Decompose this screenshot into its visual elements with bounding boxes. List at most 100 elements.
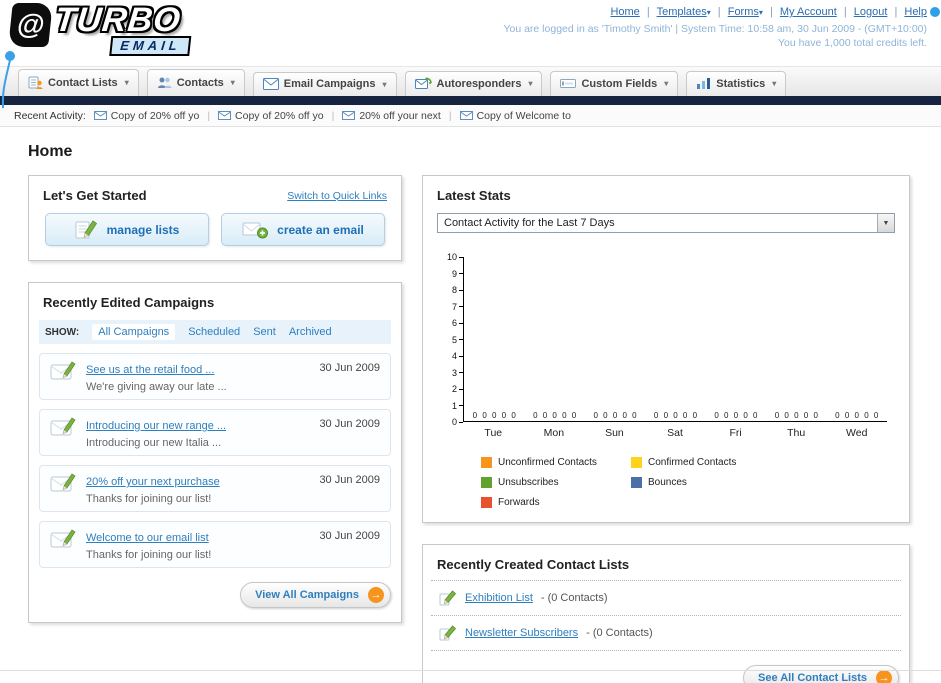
divider: |: [717, 6, 721, 18]
tab-contacts[interactable]: Contacts ▾: [146, 69, 245, 96]
chart-y-tick: 1: [452, 401, 463, 411]
chart-day-values: 0 0 0 0 0: [835, 411, 879, 420]
chart-day-label: Mon: [543, 427, 565, 439]
logo-text-email: EMAIL: [109, 36, 192, 56]
chart-day-values: 0 0 0 0 0: [653, 411, 698, 420]
divider: |: [843, 6, 847, 18]
campaign-item[interactable]: See us at the retail food ... We're givi…: [39, 353, 391, 400]
divider: |: [207, 109, 211, 122]
chart-y-tick: 2: [452, 384, 463, 394]
logo-swirl-icon: @: [8, 3, 53, 47]
caret-down-icon: ▾: [664, 79, 669, 88]
recent-activity-item[interactable]: Copy of 20% off yo: [93, 110, 199, 122]
legend-swatch: [481, 497, 492, 508]
divider: |: [894, 6, 898, 18]
contact-list-link[interactable]: Exhibition List: [465, 592, 533, 604]
pencil-icon: [439, 625, 457, 641]
envelope-icon: [342, 111, 356, 120]
contact-activity-chart: 0 1 2 3 4 5 6 7 8 9 10 0 0 0 0 00 0 0 0 00 0 0 0 0…: [423, 243, 909, 508]
tab-autoresponders[interactable]: Autoresponders ▾: [404, 71, 543, 96]
campaign-item[interactable]: 20% off your next purchase Thanks for jo…: [39, 465, 391, 512]
campaign-title-link[interactable]: 20% off your next purchase: [86, 476, 220, 488]
tab-email-campaigns[interactable]: Email Campaigns ▾: [252, 72, 397, 96]
manage-lists-button[interactable]: manage lists: [45, 213, 209, 246]
divider: |: [769, 6, 773, 18]
chart-y-tick: 8: [452, 285, 463, 295]
tab-label: Contacts: [176, 76, 224, 89]
credits-info: You have 1,000 total credits left.: [777, 37, 927, 49]
envelope-icon: [218, 111, 232, 120]
campaign-item[interactable]: Introducing our new range ... Introducin…: [39, 409, 391, 456]
campaign-title-link[interactable]: Welcome to our email list: [86, 532, 209, 544]
header-right: Home | Templates▾ | Forms▾ | My Account …: [503, 6, 927, 49]
legend-item: Bounces: [631, 477, 781, 488]
campaign-title-link[interactable]: Introducing our new range ...: [86, 420, 226, 432]
tab-contact-lists[interactable]: Contact Lists ▾: [18, 69, 139, 96]
envelope-pencil-icon: [50, 361, 76, 380]
tab-custom-fields[interactable]: Custom Fields ▾: [550, 71, 679, 96]
chart-y-tick: 6: [452, 318, 463, 328]
nav-divider-bar: [0, 96, 941, 105]
campaigns-filter-bar: SHOW: All Campaigns Scheduled Sent Archi…: [39, 320, 391, 344]
contact-list-link[interactable]: Newsletter Subscribers: [465, 627, 578, 639]
legend-item: Forwards: [481, 497, 631, 508]
campaign-subtitle: We're giving away our late ...: [86, 381, 227, 393]
recent-activity-item[interactable]: 20% off your next: [342, 110, 441, 122]
campaign-date: 30 Jun 2009: [319, 530, 380, 542]
page-title: Home: [28, 143, 73, 160]
campaign-subtitle: Thanks for joining our list!: [86, 549, 212, 561]
caret-down-icon: ▾: [772, 79, 777, 88]
divider: |: [646, 6, 650, 18]
contact-list-count: - (0 Contacts): [586, 627, 653, 639]
select-arrow-icon: ▼: [877, 214, 894, 232]
switch-quick-links-link[interactable]: Switch to Quick Links: [287, 190, 387, 202]
stats-period-select[interactable]: Contact Activity for the Last 7 Days ▼: [437, 213, 895, 233]
contact-lists-icon: [28, 76, 43, 89]
caret-down-icon: ▾: [706, 8, 711, 17]
campaign-item[interactable]: Welcome to our email list Thanks for joi…: [39, 521, 391, 568]
see-all-contact-lists-button[interactable]: See All Contact Lists →: [742, 665, 899, 683]
filter-all-campaigns[interactable]: All Campaigns: [92, 324, 176, 340]
divider: |: [448, 109, 452, 122]
contact-list-item[interactable]: Newsletter Subscribers - (0 Contacts): [431, 615, 901, 650]
tab-statistics[interactable]: Statistics ▾: [686, 71, 787, 96]
contacts-icon: [157, 77, 172, 88]
get-started-title: Let's Get Started: [43, 188, 147, 203]
top-nav-my-account[interactable]: My Account: [780, 6, 837, 18]
envelope-icon: [459, 111, 473, 120]
campaign-date: 30 Jun 2009: [319, 362, 380, 374]
create-email-button[interactable]: create an email: [221, 213, 385, 246]
legend-swatch: [631, 477, 642, 488]
envelope-icon: [93, 111, 107, 120]
caret-down-icon: ▾: [124, 78, 129, 87]
pencil-list-icon: [75, 219, 97, 238]
top-nav-help[interactable]: Help: [904, 6, 927, 18]
tab-label: Contact Lists: [48, 76, 118, 89]
campaign-subtitle: Introducing our new Italia ...: [86, 437, 222, 449]
chart-y-tick: 5: [452, 335, 463, 345]
chart-y-tick: 3: [452, 368, 463, 378]
top-nav-logout[interactable]: Logout: [854, 6, 888, 18]
custom-fields-icon: [560, 79, 577, 88]
tab-label: Custom Fields: [581, 77, 658, 90]
top-nav-home[interactable]: Home: [610, 6, 639, 18]
legend-item: Confirmed Contacts: [631, 457, 781, 468]
envelope-pencil-icon: [50, 473, 76, 492]
chart-day-values: 0 0 0 0 0: [472, 411, 516, 420]
recent-activity-bar: Recent Activity: Copy of 20% off yo | Co…: [0, 105, 941, 127]
contact-list-item[interactable]: Exhibition List - (0 Contacts): [431, 580, 901, 615]
filter-sent[interactable]: Sent: [253, 326, 276, 338]
chart-y-tick: 0: [452, 417, 463, 427]
top-nav-forms[interactable]: Forms: [728, 6, 759, 18]
campaign-title-link[interactable]: See us at the retail food ...: [86, 364, 214, 376]
view-all-campaigns-button[interactable]: View All Campaigns →: [240, 582, 391, 608]
recent-activity-label: Recent Activity:: [14, 109, 86, 122]
filter-scheduled[interactable]: Scheduled: [188, 326, 240, 338]
recent-activity-item[interactable]: Copy of 20% off yo: [218, 110, 324, 122]
top-nav-templates[interactable]: Templates: [657, 6, 707, 18]
filter-archived[interactable]: Archived: [289, 326, 332, 338]
top-nav: Home | Templates▾ | Forms▾ | My Account …: [503, 6, 927, 18]
view-all-campaigns-label: View All Campaigns: [255, 589, 359, 601]
recent-activity-item[interactable]: Copy of Welcome to: [459, 110, 571, 122]
stats-period-value: Contact Activity for the Last 7 Days: [444, 217, 615, 229]
